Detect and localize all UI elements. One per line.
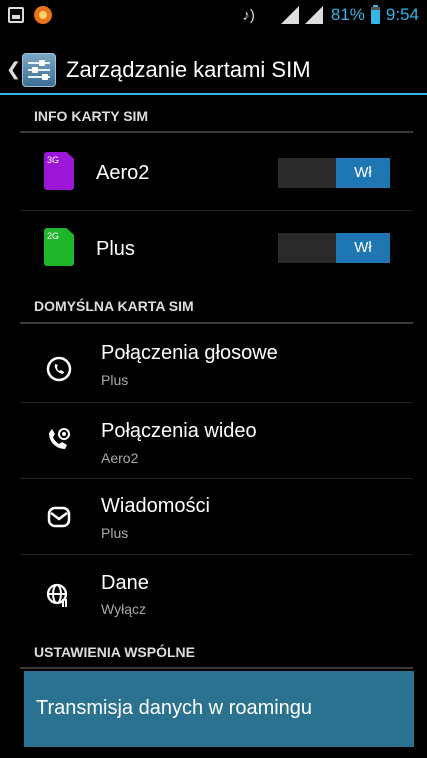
action-bar-divider xyxy=(0,93,427,95)
gallery-notification-icon xyxy=(8,7,24,23)
signal-icon xyxy=(280,6,323,24)
sim-network-badge: 2G xyxy=(47,231,60,241)
battery-icon xyxy=(370,4,380,24)
sim-settings-app-icon[interactable] xyxy=(22,53,56,87)
battery-percent: 81% xyxy=(330,5,365,24)
status-bar: ♪) 81% 9:54 xyxy=(0,0,427,32)
row-value: Aero2 xyxy=(101,450,139,466)
app-notification-icon xyxy=(34,6,52,24)
data-roaming-label: Transmisja danych w roamingu xyxy=(36,697,313,719)
section-header-common: USTAWIENIA WSPÓLNE xyxy=(34,644,195,660)
page-title: Zarządzanie kartami SIM xyxy=(66,57,311,82)
row-divider xyxy=(20,478,413,479)
row-title: Połączenia wideo xyxy=(101,420,257,442)
row-value: Plus xyxy=(101,525,129,541)
sim-name: Aero2 xyxy=(96,162,150,184)
section-header-default-sim: DOMYŚLNA KARTA SIM xyxy=(34,298,194,314)
sim-toggle[interactable]: Wł xyxy=(278,233,390,263)
toggle-on-label: Wł xyxy=(336,158,390,188)
data-roaming-item[interactable]: Transmisja danych w roamingu xyxy=(24,671,414,747)
row-title: Połączenia głosowe xyxy=(101,342,278,364)
section-divider xyxy=(20,131,413,133)
row-divider xyxy=(20,402,413,403)
section-divider xyxy=(20,322,413,324)
section-divider xyxy=(20,667,413,669)
sim-card-icon: 2G xyxy=(44,228,74,266)
section-header-sim-info: INFO KARTY SIM xyxy=(34,108,149,124)
row-divider xyxy=(20,554,413,555)
row-title: Wiadomości xyxy=(101,495,210,517)
action-bar: ❮ Zarządzanie kartami SIM xyxy=(0,45,427,95)
row-divider xyxy=(20,210,413,211)
message-icon xyxy=(47,506,71,528)
toggle-on-label: Wł xyxy=(336,233,390,263)
sim-toggle[interactable]: Wł xyxy=(278,158,390,188)
row-title: Dane xyxy=(101,572,149,594)
row-value: Wyłącz xyxy=(101,601,146,617)
sim-network-badge: 3G xyxy=(47,155,60,165)
sim-name: Plus xyxy=(96,238,135,260)
back-caret-icon[interactable]: ❮ xyxy=(6,59,21,80)
clock: 9:54 xyxy=(385,5,419,24)
row-value: Plus xyxy=(101,372,129,388)
sound-icon: ♪) xyxy=(242,6,255,24)
video-call-icon xyxy=(49,428,70,449)
phone-icon xyxy=(46,356,72,382)
sim-card-icon: 3G xyxy=(44,152,74,190)
data-globe-icon xyxy=(46,583,68,607)
